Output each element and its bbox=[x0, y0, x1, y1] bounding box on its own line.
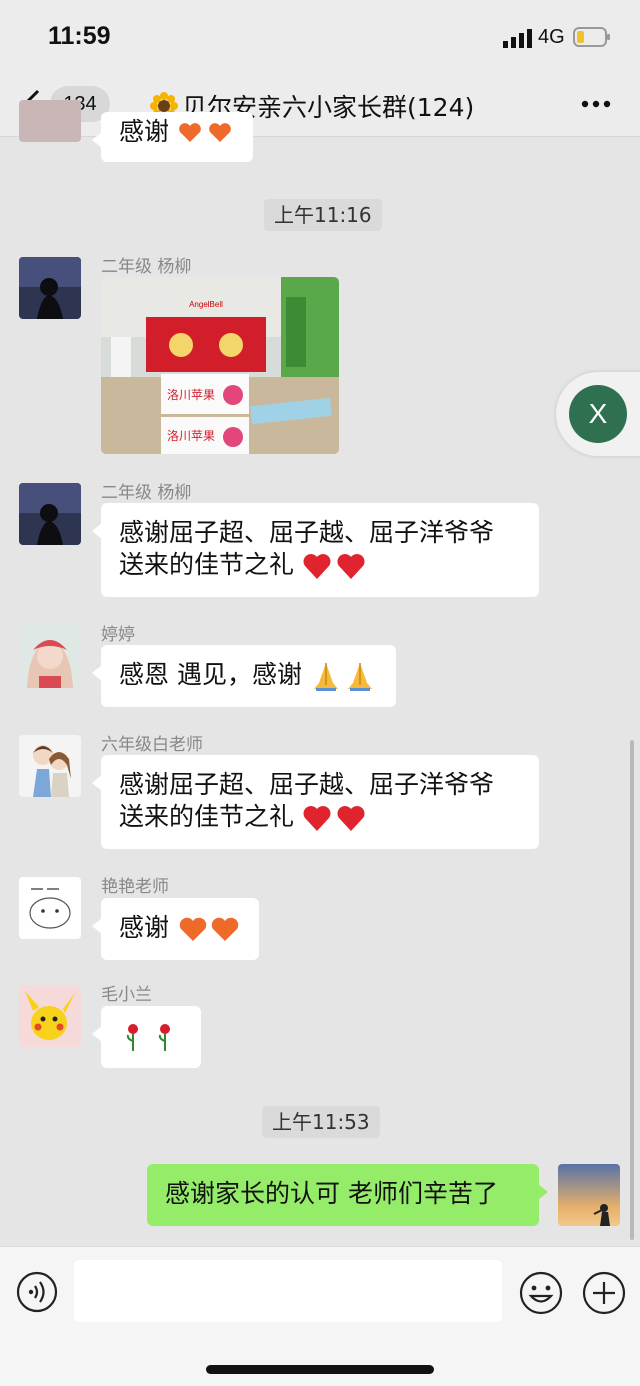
avatar-self[interactable] bbox=[558, 1164, 620, 1226]
home-indicator[interactable] bbox=[206, 1365, 434, 1374]
heart-red-icon bbox=[303, 554, 365, 579]
avatar[interactable] bbox=[19, 735, 81, 797]
heart-orange-icon bbox=[179, 123, 231, 142]
message-line: 感谢屈子超、屈子越、屈子洋爷爷 bbox=[119, 770, 495, 799]
sender-name: 六年级白老师 bbox=[101, 735, 203, 755]
floating-close-button[interactable]: X bbox=[556, 372, 640, 456]
close-x-label: X bbox=[569, 385, 627, 443]
timestamp: 上午11:53 bbox=[262, 1106, 380, 1138]
avatar[interactable] bbox=[19, 100, 81, 142]
box-label-top: 洛川苹果 bbox=[167, 387, 215, 402]
sender-name: 毛小兰 bbox=[101, 985, 152, 1005]
avatar-sunset-icon bbox=[558, 1164, 620, 1226]
heart-orange-icon bbox=[179, 917, 239, 941]
rose-icon bbox=[126, 1024, 170, 1051]
chat-header: 134 贝尔安亲六小家长群(124) bbox=[0, 76, 640, 137]
pray-hands-icon bbox=[313, 663, 372, 691]
gift-photo: AngelBell 洛川苹果 洛川苹果 bbox=[101, 277, 339, 454]
message-bubble[interactable]: 感谢屈子超、屈子越、屈子洋爷爷 送来的佳节之礼 bbox=[92, 503, 539, 597]
avatar-pikachu-icon bbox=[19, 985, 81, 1047]
battery-low-icon bbox=[573, 27, 610, 47]
sender-name: 二年级 杨柳 bbox=[101, 483, 192, 503]
voice-icon[interactable] bbox=[16, 1271, 58, 1313]
message-bubble[interactable]: 感谢屈子超、屈子越、屈子洋爷爷 送来的佳节之礼 bbox=[92, 755, 539, 849]
message-text: 感谢 bbox=[119, 117, 170, 146]
avatar-cartoon-couple-icon bbox=[19, 735, 81, 797]
message-bubble[interactable]: 感恩 遇见，感谢 bbox=[92, 645, 396, 707]
message-line: 送来的佳节之礼 bbox=[119, 550, 295, 579]
network-type: 4G bbox=[538, 26, 565, 48]
message-bubble[interactable]: 感谢 bbox=[92, 898, 259, 960]
box-label-bottom: 洛川苹果 bbox=[167, 428, 215, 443]
plus-icon[interactable] bbox=[582, 1271, 626, 1315]
avatar-silhouette-icon bbox=[19, 483, 81, 545]
scrollbar[interactable] bbox=[630, 740, 634, 1240]
input-bar bbox=[0, 1246, 640, 1386]
sender-name: 婷婷 bbox=[101, 625, 135, 645]
signal-bars-icon bbox=[503, 29, 532, 48]
avatar[interactable] bbox=[19, 877, 81, 939]
message-photo[interactable]: AngelBell 洛川苹果 洛川苹果 bbox=[101, 277, 339, 454]
timestamp: 上午11:16 bbox=[264, 199, 382, 231]
heart-red-icon bbox=[303, 806, 365, 831]
emoji-smile-icon[interactable] bbox=[519, 1271, 563, 1315]
sender-name: 二年级 杨柳 bbox=[101, 257, 192, 277]
avatar-girl-icon bbox=[19, 626, 81, 688]
message-text: 感谢家长的认可 老师们辛苦了 bbox=[165, 1179, 498, 1208]
avatar-silhouette-icon bbox=[19, 257, 81, 319]
avatar[interactable] bbox=[19, 483, 81, 545]
message-bubble[interactable]: 感谢 bbox=[92, 112, 253, 162]
avatar[interactable] bbox=[19, 257, 81, 319]
avatar-hamster-icon bbox=[19, 877, 81, 939]
photo-brand-text: AngelBell bbox=[189, 300, 223, 309]
status-time: 11:59 bbox=[48, 22, 111, 50]
message-line: 送来的佳节之礼 bbox=[119, 802, 295, 831]
message-text: 感谢 bbox=[119, 913, 170, 942]
message-bubble[interactable] bbox=[92, 1006, 201, 1068]
more-dots-icon[interactable] bbox=[580, 98, 612, 110]
message-text: 感恩 遇见，感谢 bbox=[119, 660, 302, 689]
status-bar: 11:59 4G bbox=[0, 0, 640, 76]
sender-name: 艳艳老师 bbox=[101, 877, 169, 897]
avatar[interactable] bbox=[19, 985, 81, 1047]
message-input[interactable] bbox=[74, 1260, 502, 1322]
message-bubble-self[interactable]: 感谢家长的认可 老师们辛苦了 bbox=[147, 1164, 548, 1226]
message-line: 感谢屈子超、屈子越、屈子洋爷爷 bbox=[119, 518, 495, 547]
avatar[interactable] bbox=[19, 626, 81, 688]
